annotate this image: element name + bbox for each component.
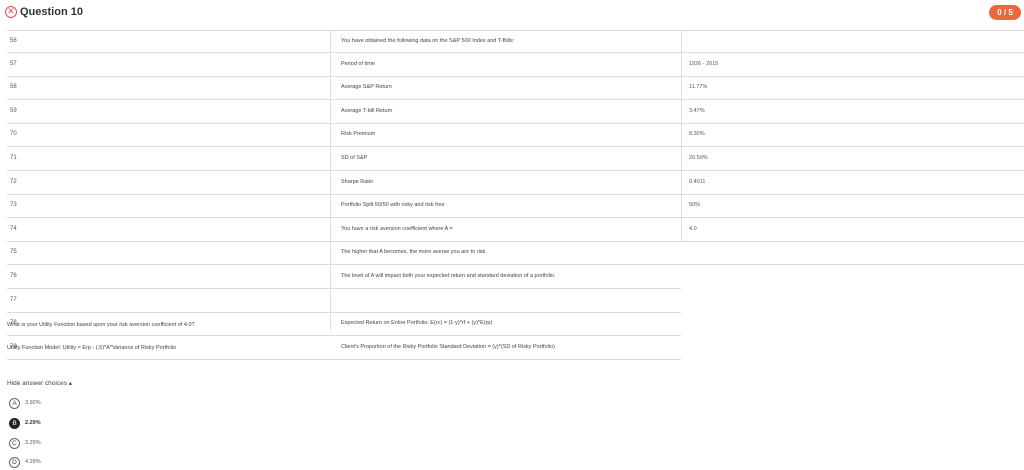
choice-text: 3.92% bbox=[25, 400, 41, 406]
row-value: 8.30% bbox=[689, 131, 705, 138]
table-row: 56 You have obtained the following data o… bbox=[7, 30, 1024, 53]
row-number: 56 bbox=[10, 38, 17, 44]
row-description: Portfolio Split 50/50 with risky and ris… bbox=[341, 202, 445, 209]
row-description: Expected Return on Entire Portfolio: E(r… bbox=[341, 320, 493, 327]
row-number: 77 bbox=[10, 296, 17, 303]
table-row: 75 The higher that A becomes, the more av… bbox=[7, 242, 1024, 266]
choice-letter: B bbox=[9, 418, 20, 429]
row-description: Average S&P Return bbox=[341, 84, 392, 91]
table-row: 73 Portfolio Split 50/50 with risky and r… bbox=[7, 195, 1024, 219]
table-row: 70 Risk Premium 8.30% bbox=[7, 124, 1024, 148]
row-description: Period of time bbox=[341, 60, 375, 67]
table-divider bbox=[330, 30, 331, 330]
choice-letter: D bbox=[9, 457, 20, 468]
choice-text: 2.29% bbox=[25, 420, 41, 426]
choice-text: 4.29% bbox=[25, 459, 41, 465]
question-title: Question 10 bbox=[20, 6, 83, 18]
row-number: 59 bbox=[10, 107, 17, 114]
row-value: 1926 - 2015 bbox=[689, 60, 719, 67]
table-row: 72 Sharpe Ratio 0.4011 bbox=[7, 172, 1024, 195]
table-row: 71 SD of S&P 20.50% bbox=[7, 148, 1024, 171]
table-divider bbox=[681, 30, 682, 242]
choice-letter: A bbox=[9, 398, 20, 409]
question-header: ✕ Question 10 0 / 5 bbox=[0, 0, 1024, 26]
row-number: 73 bbox=[10, 202, 17, 209]
score-badge: 0 / 5 bbox=[989, 5, 1021, 20]
question-prompt: What is your Utility Function based upon… bbox=[7, 322, 195, 328]
choice-letter: C bbox=[9, 438, 20, 449]
row-value: 20.50% bbox=[689, 155, 708, 161]
table-row: 74 You have a risk aversion coefficient w… bbox=[7, 219, 1024, 242]
row-description: You have a risk aversion coefficient whe… bbox=[341, 225, 453, 232]
table-row: 57 Period of time 1926 - 2015 bbox=[7, 54, 1024, 77]
row-description: Sharpe Ratio bbox=[341, 178, 374, 185]
choice-text: 3.29% bbox=[25, 440, 41, 446]
row-description: Average T-bill Return bbox=[341, 107, 393, 114]
row-number: 70 bbox=[10, 131, 17, 138]
x-circle-icon: ✕ bbox=[5, 6, 17, 18]
table-row: 59 Average T-bill Return 3.47% bbox=[7, 101, 1024, 124]
row-value: 4.0 bbox=[689, 225, 697, 232]
row-description: Client's Proportion of the Risky Portfol… bbox=[341, 343, 555, 350]
row-description: You have obtained the following data on … bbox=[341, 38, 515, 44]
row-number: 57 bbox=[10, 60, 17, 67]
row-number: 76 bbox=[10, 273, 17, 279]
row-number: 58 bbox=[10, 84, 17, 91]
row-value: 0.4011 bbox=[689, 178, 706, 185]
utility-model-text: Utility Function Model: Utility = Erp - … bbox=[7, 345, 177, 351]
row-description: The higher that A becomes, the more aver… bbox=[341, 249, 487, 256]
row-description: The level of A will impact both your exp… bbox=[341, 273, 556, 279]
row-number: 75 bbox=[10, 249, 17, 256]
row-value: 3.47% bbox=[689, 107, 705, 114]
row-value: 11.77% bbox=[689, 84, 708, 91]
row-value: 50% bbox=[689, 202, 701, 209]
row-number: 72 bbox=[10, 178, 17, 185]
table-row: 76 The level of A will impact both your e… bbox=[7, 266, 681, 289]
row-number: 71 bbox=[10, 155, 17, 161]
hide-choices-toggle[interactable]: Hide answer choices ▴ bbox=[7, 379, 72, 387]
table-row: 77 bbox=[7, 290, 681, 313]
row-number: 74 bbox=[10, 225, 17, 232]
row-description: SD of S&P bbox=[341, 155, 368, 161]
table-row: 58 Average S&P Return 11.77% bbox=[7, 77, 1024, 101]
row-description: Risk Premium bbox=[341, 131, 376, 138]
